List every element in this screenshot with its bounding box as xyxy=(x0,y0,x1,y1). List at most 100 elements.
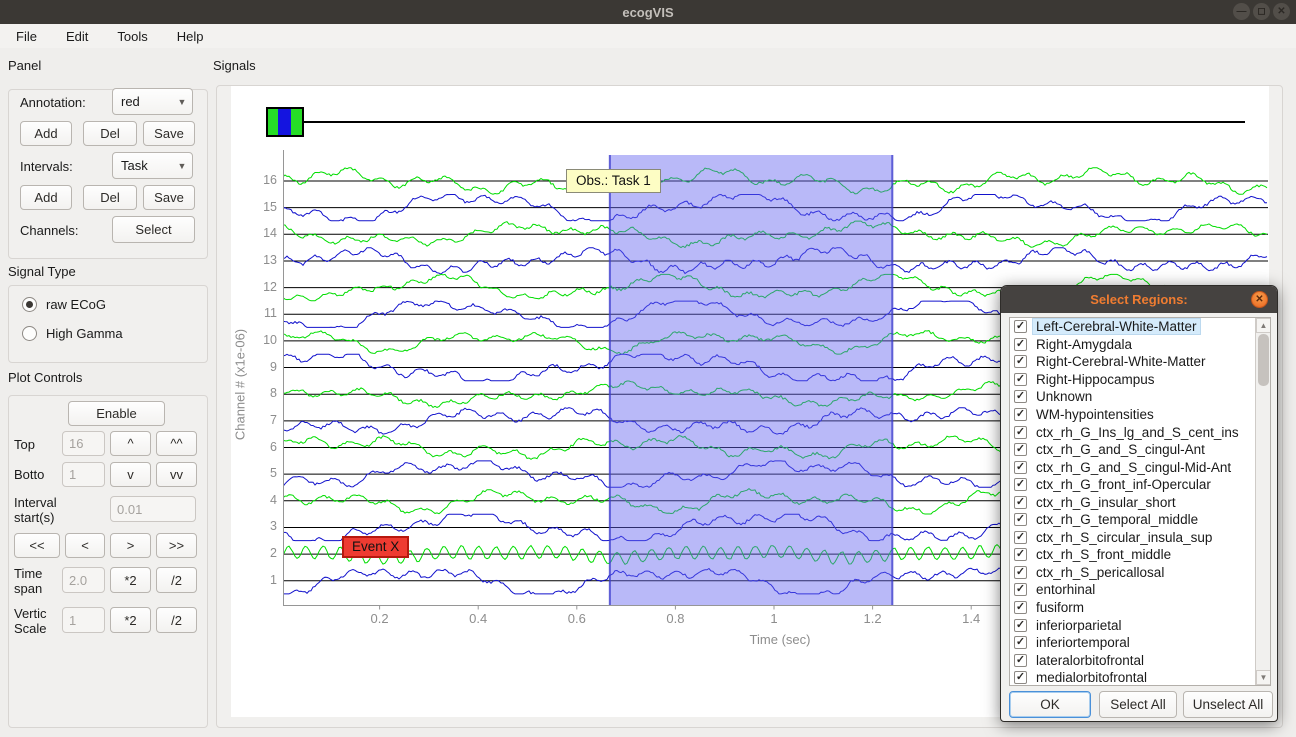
event-marker-label[interactable]: Event X xyxy=(342,536,409,558)
checkbox-checked-icon[interactable]: ✓ xyxy=(1014,478,1027,491)
checkbox-checked-icon[interactable]: ✓ xyxy=(1014,654,1027,667)
channel-tick-label: 10 xyxy=(253,333,277,347)
channel-tick-label: 7 xyxy=(253,413,277,427)
radio-icon xyxy=(22,297,37,312)
checkbox-checked-icon[interactable]: ✓ xyxy=(1014,373,1027,386)
region-list-item[interactable]: ✓Left-Cerebral-White-Matter xyxy=(1010,318,1270,336)
intervals-add-button[interactable]: Add xyxy=(20,185,72,210)
menu-tools[interactable]: Tools xyxy=(111,27,153,46)
ok-button[interactable]: OK xyxy=(1009,691,1091,718)
region-list-item[interactable]: ✓medialorbitofrontal xyxy=(1010,669,1270,686)
scroll-up-icon[interactable]: ▲ xyxy=(1256,318,1271,333)
checkbox-checked-icon[interactable]: ✓ xyxy=(1014,601,1027,614)
channels-select-button[interactable]: Select xyxy=(112,216,195,243)
step-forward-button[interactable]: > xyxy=(110,533,151,558)
page-back-button[interactable]: << xyxy=(14,533,60,558)
menu-help[interactable]: Help xyxy=(171,27,210,46)
region-item-label: ctx_rh_G_temporal_middle xyxy=(1033,512,1201,527)
checkbox-checked-icon[interactable]: ✓ xyxy=(1014,513,1027,526)
region-list-item[interactable]: ✓Right-Amygdala xyxy=(1010,336,1270,354)
region-list-item[interactable]: ✓ctx_rh_G_insular_short xyxy=(1010,493,1270,511)
region-item-label: Unknown xyxy=(1033,389,1095,404)
radio-high-gamma[interactable]: High Gamma xyxy=(22,326,123,341)
region-list-item[interactable]: ✓WM-hypointensities xyxy=(1010,406,1270,424)
channel-up-page-button[interactable]: ^^ xyxy=(156,431,197,456)
checkbox-checked-icon[interactable]: ✓ xyxy=(1014,443,1027,456)
radio-raw-ecog[interactable]: raw ECoG xyxy=(22,297,106,312)
checkbox-checked-icon[interactable]: ✓ xyxy=(1014,426,1027,439)
vertical-scale-double-button[interactable]: *2 xyxy=(110,607,151,633)
region-list-item[interactable]: ✓ ctx_rh_G_and_S_cingul-Ant xyxy=(1010,441,1270,459)
channel-up-button[interactable]: ^ xyxy=(110,431,151,456)
dialog-title-bar[interactable]: Select Regions: ✕ xyxy=(1001,286,1277,313)
checkbox-checked-icon[interactable]: ✓ xyxy=(1014,461,1027,474)
checkbox-checked-icon[interactable]: ✓ xyxy=(1014,619,1027,632)
annotation-add-button[interactable]: Add xyxy=(20,121,72,146)
checkbox-checked-icon[interactable]: ✓ xyxy=(1014,408,1027,421)
close-button[interactable]: ✕ xyxy=(1273,3,1290,20)
checkbox-checked-icon[interactable]: ✓ xyxy=(1014,390,1027,403)
select-all-button[interactable]: Select All xyxy=(1099,691,1177,718)
region-list-item[interactable]: ✓ctx_rh_G_and_S_cingul-Mid-Ant xyxy=(1010,458,1270,476)
regions-scrollbar[interactable]: ▲ ▼ xyxy=(1255,318,1270,685)
minimize-button[interactable]: — xyxy=(1233,3,1250,20)
menu-edit[interactable]: Edit xyxy=(60,27,94,46)
region-list-item[interactable]: ✓ ctx_rh_G_temporal_middle xyxy=(1010,511,1270,529)
region-list-item[interactable]: ✓ctx_rh_S_circular_insula_sup xyxy=(1010,529,1270,547)
region-list-item[interactable]: ✓inferiortemporal xyxy=(1010,634,1270,652)
time-span-double-button[interactable]: *2 xyxy=(110,567,151,593)
time-span-half-button[interactable]: /2 xyxy=(156,567,197,593)
channel-tick-label: 12 xyxy=(253,280,277,294)
menu-file[interactable]: File xyxy=(10,27,43,46)
intervals-combo[interactable]: Task ▼ xyxy=(112,152,193,179)
vertical-scale-input[interactable]: 1 xyxy=(62,607,105,633)
checkbox-checked-icon[interactable]: ✓ xyxy=(1014,636,1027,649)
page-forward-button[interactable]: >> xyxy=(156,533,197,558)
channel-down-page-button[interactable]: vv xyxy=(156,462,197,487)
time-overview-widget[interactable] xyxy=(266,107,304,137)
interval-start-input[interactable]: 0.01 xyxy=(110,496,196,522)
time-overview-window-handle[interactable] xyxy=(278,109,291,135)
intervals-del-button[interactable]: Del xyxy=(83,185,137,210)
annotation-combo[interactable]: red ▼ xyxy=(112,88,193,115)
checkbox-checked-icon[interactable]: ✓ xyxy=(1014,355,1027,368)
checkbox-checked-icon[interactable]: ✓ xyxy=(1014,320,1027,333)
region-item-label: ctx_rh_G_and_S_cingul-Ant xyxy=(1033,442,1208,457)
time-overview-track xyxy=(304,121,1245,123)
time-span-input[interactable]: 2.0 xyxy=(62,567,105,593)
annotation-save-button[interactable]: Save xyxy=(143,121,195,146)
annotation-del-button[interactable]: Del xyxy=(83,121,137,146)
region-list-item[interactable]: ✓Right-Cerebral-White-Matter xyxy=(1010,353,1270,371)
region-list-item[interactable]: ✓ctx_rh_S_front_middle xyxy=(1010,546,1270,564)
scroll-down-icon[interactable]: ▼ xyxy=(1256,670,1271,685)
enable-button[interactable]: Enable xyxy=(68,401,165,426)
scrollbar-thumb[interactable] xyxy=(1258,334,1269,386)
region-list-item[interactable]: ✓entorhinal xyxy=(1010,581,1270,599)
interval-region-task1[interactable] xyxy=(610,155,892,606)
checkbox-checked-icon[interactable]: ✓ xyxy=(1014,671,1027,684)
checkbox-checked-icon[interactable]: ✓ xyxy=(1014,496,1027,509)
top-input[interactable]: 16 xyxy=(62,431,105,456)
region-list-item[interactable]: ✓Right-Hippocampus xyxy=(1010,371,1270,389)
intervals-save-button[interactable]: Save xyxy=(143,185,195,210)
region-list-item[interactable]: ✓ctx_rh_S_pericallosal xyxy=(1010,564,1270,582)
dialog-close-icon[interactable]: ✕ xyxy=(1251,291,1268,308)
x-tick-label: 0.2 xyxy=(371,611,389,626)
step-back-button[interactable]: < xyxy=(65,533,105,558)
bottom-input[interactable]: 1 xyxy=(62,462,105,487)
checkbox-checked-icon[interactable]: ✓ xyxy=(1014,566,1027,579)
vertical-scale-half-button[interactable]: /2 xyxy=(156,607,197,633)
unselect-all-button[interactable]: Unselect All xyxy=(1183,691,1273,718)
region-list-item[interactable]: ✓ctx_rh_G_front_inf-Opercular xyxy=(1010,476,1270,494)
region-list-item[interactable]: ✓ctx_rh_G_Ins_lg_and_S_cent_ins xyxy=(1010,423,1270,441)
region-list-item[interactable]: ✓lateralorbitofrontal xyxy=(1010,651,1270,669)
checkbox-checked-icon[interactable]: ✓ xyxy=(1014,338,1027,351)
region-list-item[interactable]: ✓fusiform xyxy=(1010,599,1270,617)
checkbox-checked-icon[interactable]: ✓ xyxy=(1014,531,1027,544)
channel-down-button[interactable]: v xyxy=(110,462,151,487)
checkbox-checked-icon[interactable]: ✓ xyxy=(1014,548,1027,561)
checkbox-checked-icon[interactable]: ✓ xyxy=(1014,583,1027,596)
maximize-button[interactable]: ◻ xyxy=(1253,3,1270,20)
region-list-item[interactable]: ✓inferiorparietal xyxy=(1010,616,1270,634)
region-list-item[interactable]: ✓ Unknown xyxy=(1010,388,1270,406)
